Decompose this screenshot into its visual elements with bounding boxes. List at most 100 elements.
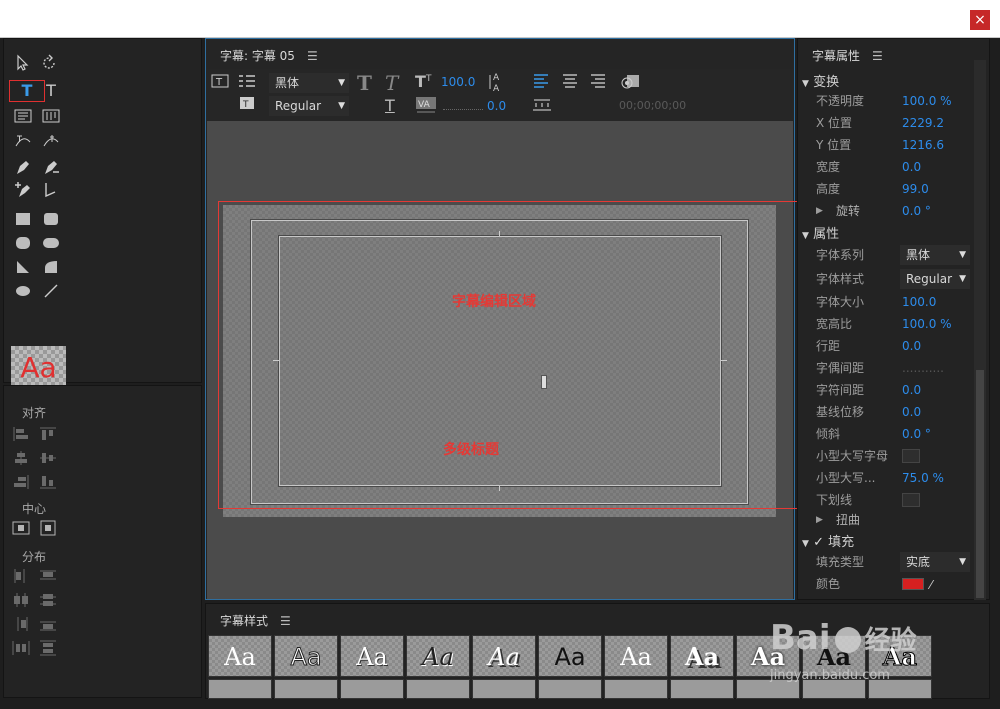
style-swatch-1[interactable]: Aa [208, 635, 272, 677]
align-left-icon[interactable] [12, 426, 30, 442]
x-position-value[interactable]: 2229.2 [902, 113, 944, 133]
bold-icon[interactable]: T [357, 71, 372, 95]
distribute-right-icon[interactable] [12, 616, 30, 632]
ellipse-tool-icon[interactable] [12, 281, 34, 301]
aspect-value[interactable]: 100.0 % [902, 314, 952, 334]
style-swatch-2[interactable]: Aa [274, 635, 338, 677]
line-tool-icon[interactable] [40, 281, 62, 301]
style-swatch-3[interactable]: Aa [340, 635, 404, 677]
timecode[interactable]: 00;00;00;00 [619, 99, 686, 112]
style-swatch-row2-1[interactable] [208, 679, 272, 699]
align-right-icon[interactable] [12, 474, 30, 490]
distribute-middle-icon[interactable] [39, 592, 57, 608]
height-value[interactable]: 99.0 [902, 179, 929, 199]
vertical-path-type-tool-icon[interactable] [40, 131, 62, 151]
align-vertical-center-icon[interactable] [39, 450, 57, 466]
leading-value[interactable]: 0.0 [487, 99, 506, 113]
style-swatch-row2-3[interactable] [340, 679, 404, 699]
type-tool-icon[interactable]: T [9, 80, 45, 102]
style-swatch-row2-8[interactable] [670, 679, 734, 699]
small-caps-size-value[interactable]: 75.0 % [902, 468, 944, 488]
style-swatch-row2-5[interactable] [472, 679, 536, 699]
distribute-vertical-space-icon[interactable] [39, 640, 57, 656]
align-top-icon[interactable] [39, 426, 57, 442]
panel-menu-icon[interactable]: ☰ [307, 49, 318, 63]
distribute-bottom-icon[interactable] [39, 616, 57, 632]
style-swatch-4[interactable]: Aa [406, 635, 470, 677]
roll-crawl-options-icon[interactable] [237, 73, 257, 93]
style-swatch-row2-2[interactable] [274, 679, 338, 699]
italic-icon[interactable]: T [385, 71, 398, 95]
rotation-value[interactable]: 0.0 ° [902, 201, 931, 221]
transform-section[interactable]: ▼ 变换 [802, 71, 839, 90]
align-horizontal-center-icon[interactable] [12, 450, 30, 466]
rectangle-tool-icon[interactable] [12, 209, 34, 229]
vertical-type-tool-icon[interactable]: T [40, 81, 62, 101]
style-swatch-7[interactable]: Aa [604, 635, 668, 677]
align-center-text-icon[interactable] [561, 73, 579, 93]
area-type-tool-icon[interactable] [12, 106, 34, 126]
add-anchor-tool-icon[interactable] [12, 180, 34, 200]
vertical-area-type-tool-icon[interactable] [40, 106, 62, 126]
arc-tool-icon[interactable] [40, 257, 62, 277]
font-size-prop-value[interactable]: 100.0 [902, 292, 936, 312]
center-vertical-icon[interactable] [39, 520, 57, 536]
align-bottom-icon[interactable] [39, 474, 57, 490]
fill-checkbox-icon[interactable]: ✓ [813, 535, 824, 550]
expand-icon[interactable]: ▶ [816, 510, 823, 530]
align-right-text-icon[interactable] [589, 73, 607, 93]
rounded-rectangle-tool-icon[interactable] [40, 209, 62, 229]
style-swatch-5[interactable]: Aa [472, 635, 536, 677]
clipped-rectangle-tool-icon[interactable] [12, 233, 34, 253]
properties-section[interactable]: ▼ 属性 [802, 223, 839, 242]
width-value[interactable]: 0.0 [902, 157, 921, 177]
wedge-tool-icon[interactable] [12, 257, 34, 277]
distribute-horizontal-space-icon[interactable] [12, 640, 30, 656]
font-size-value[interactable]: 100.0 [441, 75, 475, 89]
font-style-select[interactable]: Regular ▼ [900, 269, 970, 289]
expand-icon[interactable]: ▶ [816, 201, 823, 221]
convert-anchor-tool-icon[interactable] [40, 180, 62, 200]
style-swatch-row2-7[interactable] [604, 679, 668, 699]
slant-value[interactable]: 0.0 ° [902, 424, 931, 444]
kerning-value[interactable]: ........... [902, 358, 944, 378]
style-swatch-8[interactable]: Aa [670, 635, 734, 677]
close-button[interactable]: × [970, 10, 990, 30]
underline-checkbox[interactable] [902, 493, 920, 507]
distribute-top-icon[interactable] [39, 568, 57, 584]
tab-stops-icon[interactable] [532, 97, 552, 117]
rotate-tool-icon[interactable] [38, 53, 60, 73]
distribute-center-icon[interactable] [12, 592, 30, 608]
leading-prop-value[interactable]: 0.0 [902, 336, 921, 356]
props-scrollbar-thumb[interactable] [976, 370, 984, 598]
distribute-left-icon[interactable] [12, 568, 30, 584]
rounded-corner-rectangle-tool-icon[interactable] [40, 233, 62, 253]
style-swatch-6[interactable]: Aa [538, 635, 602, 677]
style-swatch-row2-6[interactable] [538, 679, 602, 699]
fill-type-select[interactable]: 实底 ▼ [900, 552, 970, 572]
title-based-on-current-icon[interactable]: T [211, 73, 229, 93]
tracking-value[interactable]: 0.0 [902, 380, 921, 400]
show-background-video-icon[interactable] [619, 73, 641, 95]
fill-color-swatch[interactable] [902, 578, 924, 590]
y-position-value[interactable]: 1216.6 [902, 135, 944, 155]
eyedropper-icon[interactable]: ⁄ [930, 575, 932, 595]
delete-anchor-tool-icon[interactable] [40, 157, 62, 177]
selection-tool-icon[interactable] [12, 53, 34, 73]
pen-tool-icon[interactable] [12, 157, 34, 177]
underline-icon[interactable]: T [385, 96, 395, 115]
fill-section[interactable]: ▼ ✓ 填充 [802, 531, 854, 550]
style-swatch-row2-4[interactable] [406, 679, 470, 699]
panel-menu-icon[interactable]: ☰ [872, 49, 883, 63]
small-caps-checkbox[interactable] [902, 449, 920, 463]
opacity-value[interactable]: 100.0 % [902, 91, 952, 111]
font-family-dropdown[interactable]: 黑体 ▼ [269, 73, 349, 93]
center-horizontal-icon[interactable] [12, 520, 30, 536]
template-icon[interactable]: T [235, 95, 255, 115]
font-family-select[interactable]: 黑体 ▼ [900, 245, 970, 265]
font-style-dropdown[interactable]: Regular ▼ [269, 96, 349, 116]
baseline-value[interactable]: 0.0 [902, 402, 921, 422]
align-left-text-icon[interactable] [532, 73, 550, 93]
panel-menu-icon[interactable]: ☰ [280, 614, 291, 628]
path-type-tool-icon[interactable] [12, 131, 34, 151]
